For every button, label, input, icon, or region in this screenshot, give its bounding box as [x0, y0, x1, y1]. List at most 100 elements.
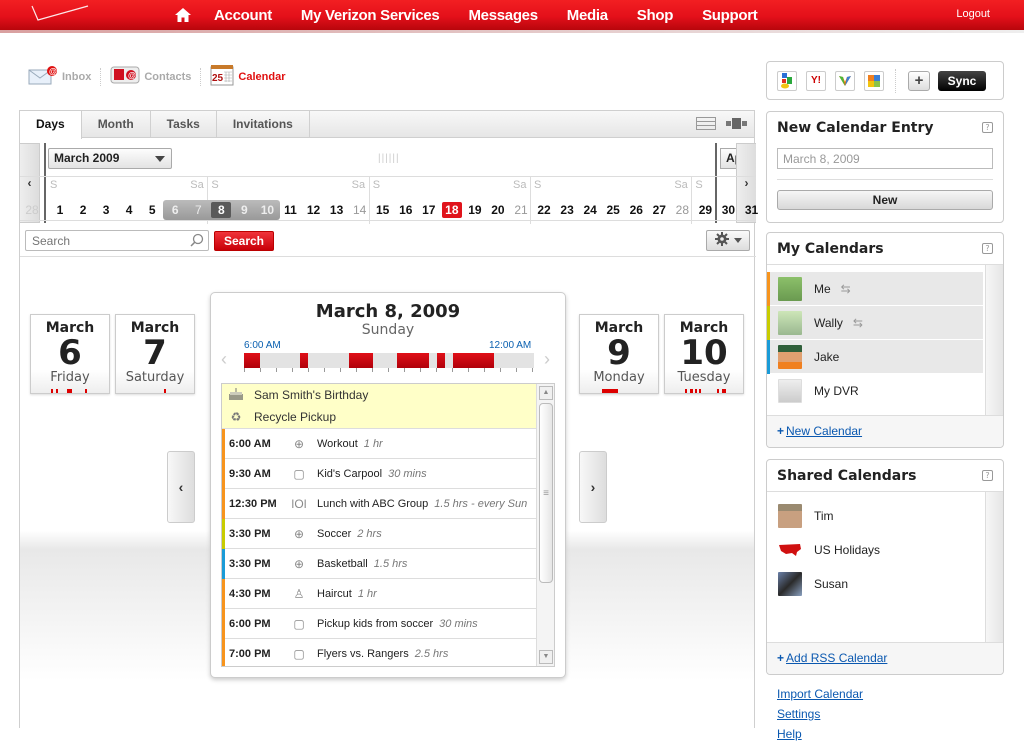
event-row[interactable]: 12:30 PM ǀOǀ Lunch with ABC Group 1.5 hrs -…: [222, 489, 536, 519]
day-card-march-6[interactable]: March 6 Friday: [30, 314, 110, 394]
event-row[interactable]: 3:30 PM ⊕ Soccer 2 hrs: [222, 519, 536, 549]
mini-cal-day[interactable]: 30: [718, 202, 738, 218]
tab-days[interactable]: Days: [20, 111, 82, 139]
calendar-item-jake[interactable]: Jake: [767, 340, 983, 374]
drag-handle[interactable]: ||||||: [378, 153, 400, 164]
mini-cal-day[interactable]: 6: [165, 202, 185, 218]
day-card-march-10[interactable]: March 10 Tuesday: [664, 314, 744, 394]
mini-cal-day[interactable]: 29: [695, 202, 715, 218]
mini-cal-day[interactable]: 12: [304, 202, 324, 218]
mini-cal-day[interactable]: 14: [350, 202, 370, 218]
nav-messages[interactable]: Messages: [468, 7, 538, 24]
logout-link[interactable]: Logout: [956, 8, 990, 20]
mini-cal-day[interactable]: 5: [142, 202, 162, 218]
shared-calendar-tim[interactable]: Tim: [767, 499, 983, 533]
nav-media[interactable]: Media: [567, 7, 608, 24]
timeline-event-block[interactable]: [437, 353, 446, 368]
google-icon[interactable]: [777, 70, 797, 91]
mini-cal-day[interactable]: 15: [373, 202, 393, 218]
month-select[interactable]: March 2009: [48, 148, 172, 169]
mini-cal-day[interactable]: 17: [419, 202, 439, 218]
yahoo-icon[interactable]: Y!: [806, 70, 826, 91]
mini-cal-day[interactable]: 28: [672, 202, 692, 218]
prev-day-button[interactable]: ‹: [167, 451, 195, 523]
card-view-icon[interactable]: [726, 117, 748, 133]
nav-account[interactable]: Account: [214, 7, 272, 24]
sync-button[interactable]: Sync: [938, 70, 986, 91]
mini-cal-day[interactable]: 10: [257, 202, 277, 218]
mini-cal-day[interactable]: 26: [626, 202, 646, 218]
mini-cal-day[interactable]: 7: [188, 202, 208, 218]
mini-cal-day[interactable]: 19: [465, 202, 485, 218]
timeline-prev-icon[interactable]: ‹: [221, 349, 227, 370]
mini-cal-day[interactable]: 16: [396, 202, 416, 218]
shared-list-scrollbar[interactable]: [985, 492, 1003, 642]
mini-cal-day[interactable]: 22: [534, 202, 554, 218]
tab-tasks[interactable]: Tasks: [151, 111, 217, 137]
mini-cal-day[interactable]: 23: [557, 202, 577, 218]
event-list-scrollbar[interactable]: ▲ ≡ ▼: [536, 384, 554, 666]
next-day-button[interactable]: ›: [579, 451, 607, 523]
help-icon[interactable]: ?: [982, 243, 993, 254]
mini-cal-day[interactable]: 2: [73, 202, 93, 218]
timeline-event-block[interactable]: [453, 353, 494, 368]
all-day-event[interactable]: ♻ Recycle Pickup: [222, 406, 554, 428]
help-link[interactable]: Help: [777, 727, 802, 741]
home-icon[interactable]: [174, 7, 192, 23]
timeline-next-icon[interactable]: ›: [544, 349, 550, 370]
outlook-icon[interactable]: [864, 70, 884, 91]
day-card-march-9[interactable]: March 9 Monday: [579, 314, 659, 394]
search-input[interactable]: [25, 230, 209, 251]
mini-cal-day[interactable]: 11: [281, 202, 301, 218]
nav-my-verizon-services[interactable]: My Verizon Services: [301, 7, 440, 24]
all-day-event[interactable]: Sam Smith's Birthday: [222, 384, 554, 406]
event-row[interactable]: 9:30 AM ▢ Kid's Carpool 30 mins: [222, 459, 536, 489]
search-icon[interactable]: [190, 233, 204, 250]
app-calendar[interactable]: 25 Calendar: [210, 64, 285, 89]
scroll-down-icon[interactable]: ▼: [539, 650, 553, 664]
nav-shop[interactable]: Shop: [637, 7, 674, 24]
help-icon[interactable]: ?: [982, 470, 993, 481]
scroll-thumb[interactable]: ≡: [539, 403, 553, 583]
timeline-event-block[interactable]: [244, 353, 261, 368]
mini-cal-day[interactable]: 20: [488, 202, 508, 218]
mini-cal-day[interactable]: 18: [441, 202, 462, 218]
prev-month-day[interactable]: 28: [22, 202, 42, 218]
event-row[interactable]: 4:30 PM ♙ Haircut 1 hr: [222, 579, 536, 609]
day-timeline[interactable]: [244, 353, 534, 368]
nav-support[interactable]: Support: [702, 7, 758, 24]
app-contacts[interactable]: @ Contacts: [110, 65, 191, 88]
entry-date-field[interactable]: [777, 148, 993, 169]
windows-live-icon[interactable]: [835, 70, 855, 91]
import-calendar-link[interactable]: Import Calendar: [777, 687, 863, 701]
help-icon[interactable]: ?: [982, 122, 993, 133]
mini-cal-day[interactable]: 3: [96, 202, 116, 218]
new-calendar-link[interactable]: New Calendar: [786, 424, 862, 438]
event-row[interactable]: 6:00 AM ⊕ Workout 1 hr: [222, 429, 536, 459]
mini-cal-day[interactable]: 21: [511, 202, 531, 218]
mini-cal-day[interactable]: 27: [649, 202, 669, 218]
calendar-item-me[interactable]: Me ⇆: [767, 272, 983, 306]
mini-cal-day[interactable]: 24: [580, 202, 600, 218]
event-row[interactable]: 7:00 PM ▢ Flyers vs. Rangers 2.5 hrs: [222, 639, 536, 666]
shared-calendar-us-holidays[interactable]: US Holidays: [767, 533, 983, 567]
event-row[interactable]: 6:00 PM ▢ Pickup kids from soccer 30 mins: [222, 609, 536, 639]
mini-cal-day[interactable]: 25: [603, 202, 623, 218]
mini-cal-day[interactable]: 13: [327, 202, 347, 218]
verizon-logo[interactable]: [30, 4, 90, 24]
calendar-item-my-dvr[interactable]: My DVR: [767, 374, 983, 408]
settings-link[interactable]: Settings: [777, 707, 820, 721]
shared-calendar-susan[interactable]: Susan: [767, 567, 983, 601]
tab-invitations[interactable]: Invitations: [217, 111, 310, 137]
mini-cal-day[interactable]: 8: [211, 202, 232, 218]
tab-month[interactable]: Month: [82, 111, 151, 137]
search-button[interactable]: Search: [214, 231, 274, 251]
new-entry-button[interactable]: New: [777, 190, 993, 210]
event-row[interactable]: 3:30 PM ⊕ Basketball 1.5 hrs: [222, 549, 536, 579]
app-inbox[interactable]: @ Inbox: [28, 65, 91, 88]
list-view-icon[interactable]: [696, 117, 716, 133]
timeline-event-block[interactable]: [300, 353, 309, 368]
add-service-button[interactable]: +: [908, 70, 930, 91]
settings-menu-button[interactable]: [706, 230, 750, 251]
mini-cal-day[interactable]: 31: [742, 202, 762, 218]
